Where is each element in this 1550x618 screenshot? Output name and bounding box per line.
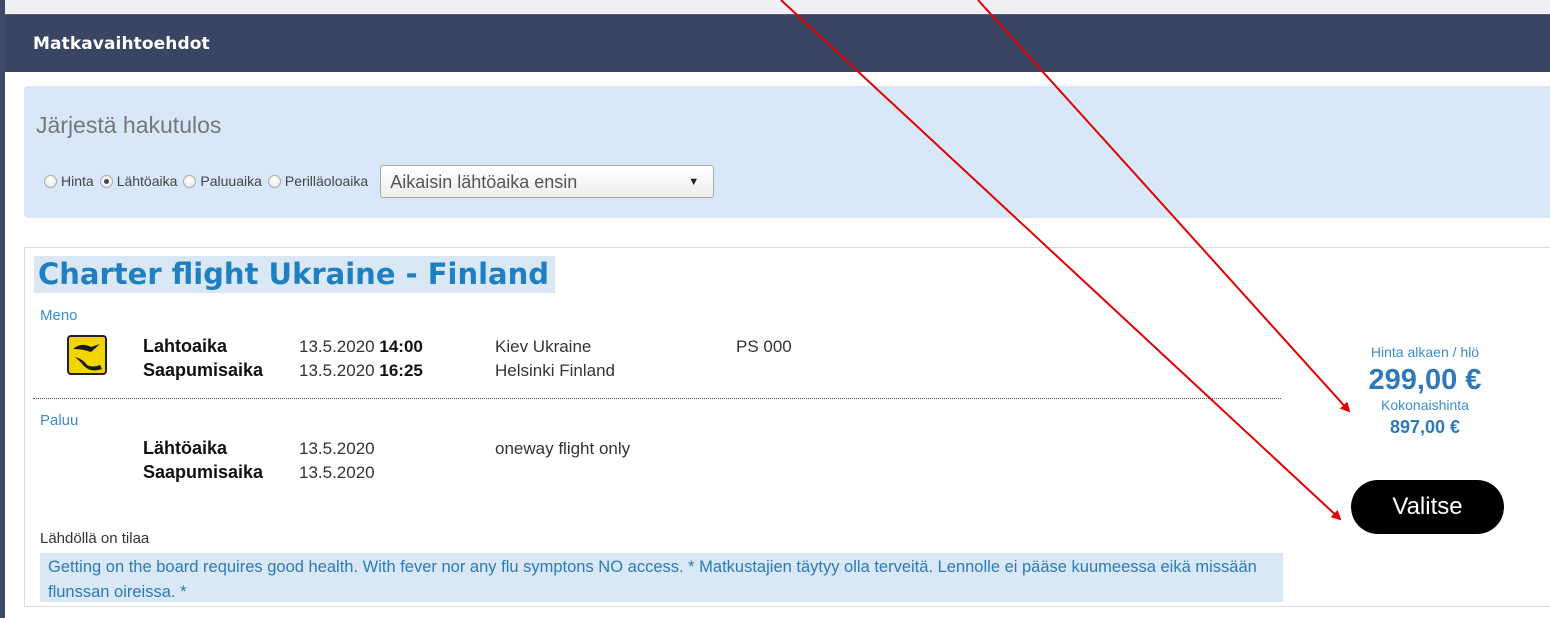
- select-button[interactable]: Valitse: [1351, 480, 1504, 534]
- outbound-arrival-date: 13.5.2020: [299, 361, 375, 380]
- page: Matkavaihtoehdot Järjestä hakutulos Hint…: [0, 0, 1550, 618]
- sort-option-departure[interactable]: Lähtöaika: [99, 173, 178, 189]
- top-strip: [0, 0, 1550, 14]
- sort-option-arrival[interactable]: Perilläoloaika: [267, 173, 369, 189]
- outbound-departure-row: Lahtoaika: [143, 336, 227, 357]
- price-box: Hinta alkaen / hlö 299,00 € Kokonaishint…: [1325, 344, 1525, 438]
- sort-option-price[interactable]: Hinta: [44, 173, 94, 189]
- radio-return[interactable]: [183, 174, 197, 188]
- outbound-departure-label: Lahtoaika: [143, 336, 228, 356]
- result-card: Charter flight Ukraine - Finland Meno La…: [24, 247, 1550, 607]
- price-from-label: Hinta alkaen / hlö: [1370, 344, 1480, 360]
- price-per-person: 299,00 €: [1368, 364, 1482, 396]
- sort-option-label: Lähtöaika: [116, 173, 178, 189]
- radio-price[interactable]: [44, 174, 57, 188]
- return-arrival-date: 13.5.2020: [299, 463, 375, 482]
- return-departure-label: Lähtöaika: [143, 438, 228, 458]
- sort-title: Järjestä hakutulos: [36, 112, 222, 138]
- sort-select[interactable]: Aikaisin lähtöaika ensin ▼: [380, 164, 715, 198]
- return-departure-row: Lähtöaika: [143, 438, 227, 459]
- health-notice: Getting on the board requires good healt…: [40, 553, 1283, 602]
- availability-text: Lähdöllä on tilaa: [40, 530, 150, 547]
- outbound-arrival-datetime: 13.5.2020 16:25: [299, 361, 423, 381]
- outbound-departure-place: Kiev Ukraine: [495, 337, 592, 356]
- airline-logo-icon: [67, 335, 107, 375]
- sort-options: Hinta Lähtöaika Paluuaika Perilläoloaika…: [44, 164, 715, 198]
- sort-option-return[interactable]: Paluuaika: [183, 173, 262, 189]
- result-title[interactable]: Charter flight Ukraine - Finland: [34, 256, 556, 293]
- return-arrival-label: Saapumisaika: [143, 462, 264, 482]
- total-price: 897,00 €: [1389, 417, 1461, 437]
- outbound-departure-datetime: 13.5.2020 14:00: [299, 337, 423, 357]
- outbound-departure-time: 14:00: [379, 337, 423, 356]
- chevron-down-icon: ▼: [688, 175, 700, 188]
- outbound-arrival-time: 16:25: [379, 361, 423, 380]
- sort-option-label: Paluuaika: [200, 173, 262, 189]
- outbound-departure-date: 13.5.2020: [299, 337, 375, 356]
- radio-arrival[interactable]: [267, 174, 281, 188]
- outbound-flight-number: PS 000: [736, 337, 792, 356]
- radio-departure[interactable]: [99, 174, 113, 188]
- leg-divider: [33, 398, 1281, 399]
- sort-option-label: Hinta: [61, 173, 94, 189]
- total-price-label: Kokonaishinta: [1381, 397, 1469, 413]
- header-bar: Matkavaihtoehdot: [5, 14, 1550, 72]
- sort-panel: Järjestä hakutulos Hinta Lähtöaika Paluu…: [24, 86, 1550, 218]
- return-departure-date: 13.5.2020: [299, 439, 375, 458]
- return-arrival-row: Saapumisaika: [143, 462, 263, 483]
- outbound-arrival-row: Saapumisaika: [143, 360, 263, 381]
- left-edge: [0, 0, 5, 618]
- outbound-arrival-label: Saapumisaika: [143, 360, 264, 380]
- sort-option-label: Perilläoloaika: [284, 173, 369, 189]
- return-label: Paluu: [40, 412, 79, 429]
- return-note: oneway flight only: [495, 439, 631, 458]
- outbound-label: Meno: [40, 307, 78, 324]
- outbound-arrival-place: Helsinki Finland: [495, 361, 615, 380]
- sort-select-value: Aikaisin lähtöaika ensin: [390, 171, 578, 192]
- header-title: Matkavaihtoehdot: [33, 34, 210, 54]
